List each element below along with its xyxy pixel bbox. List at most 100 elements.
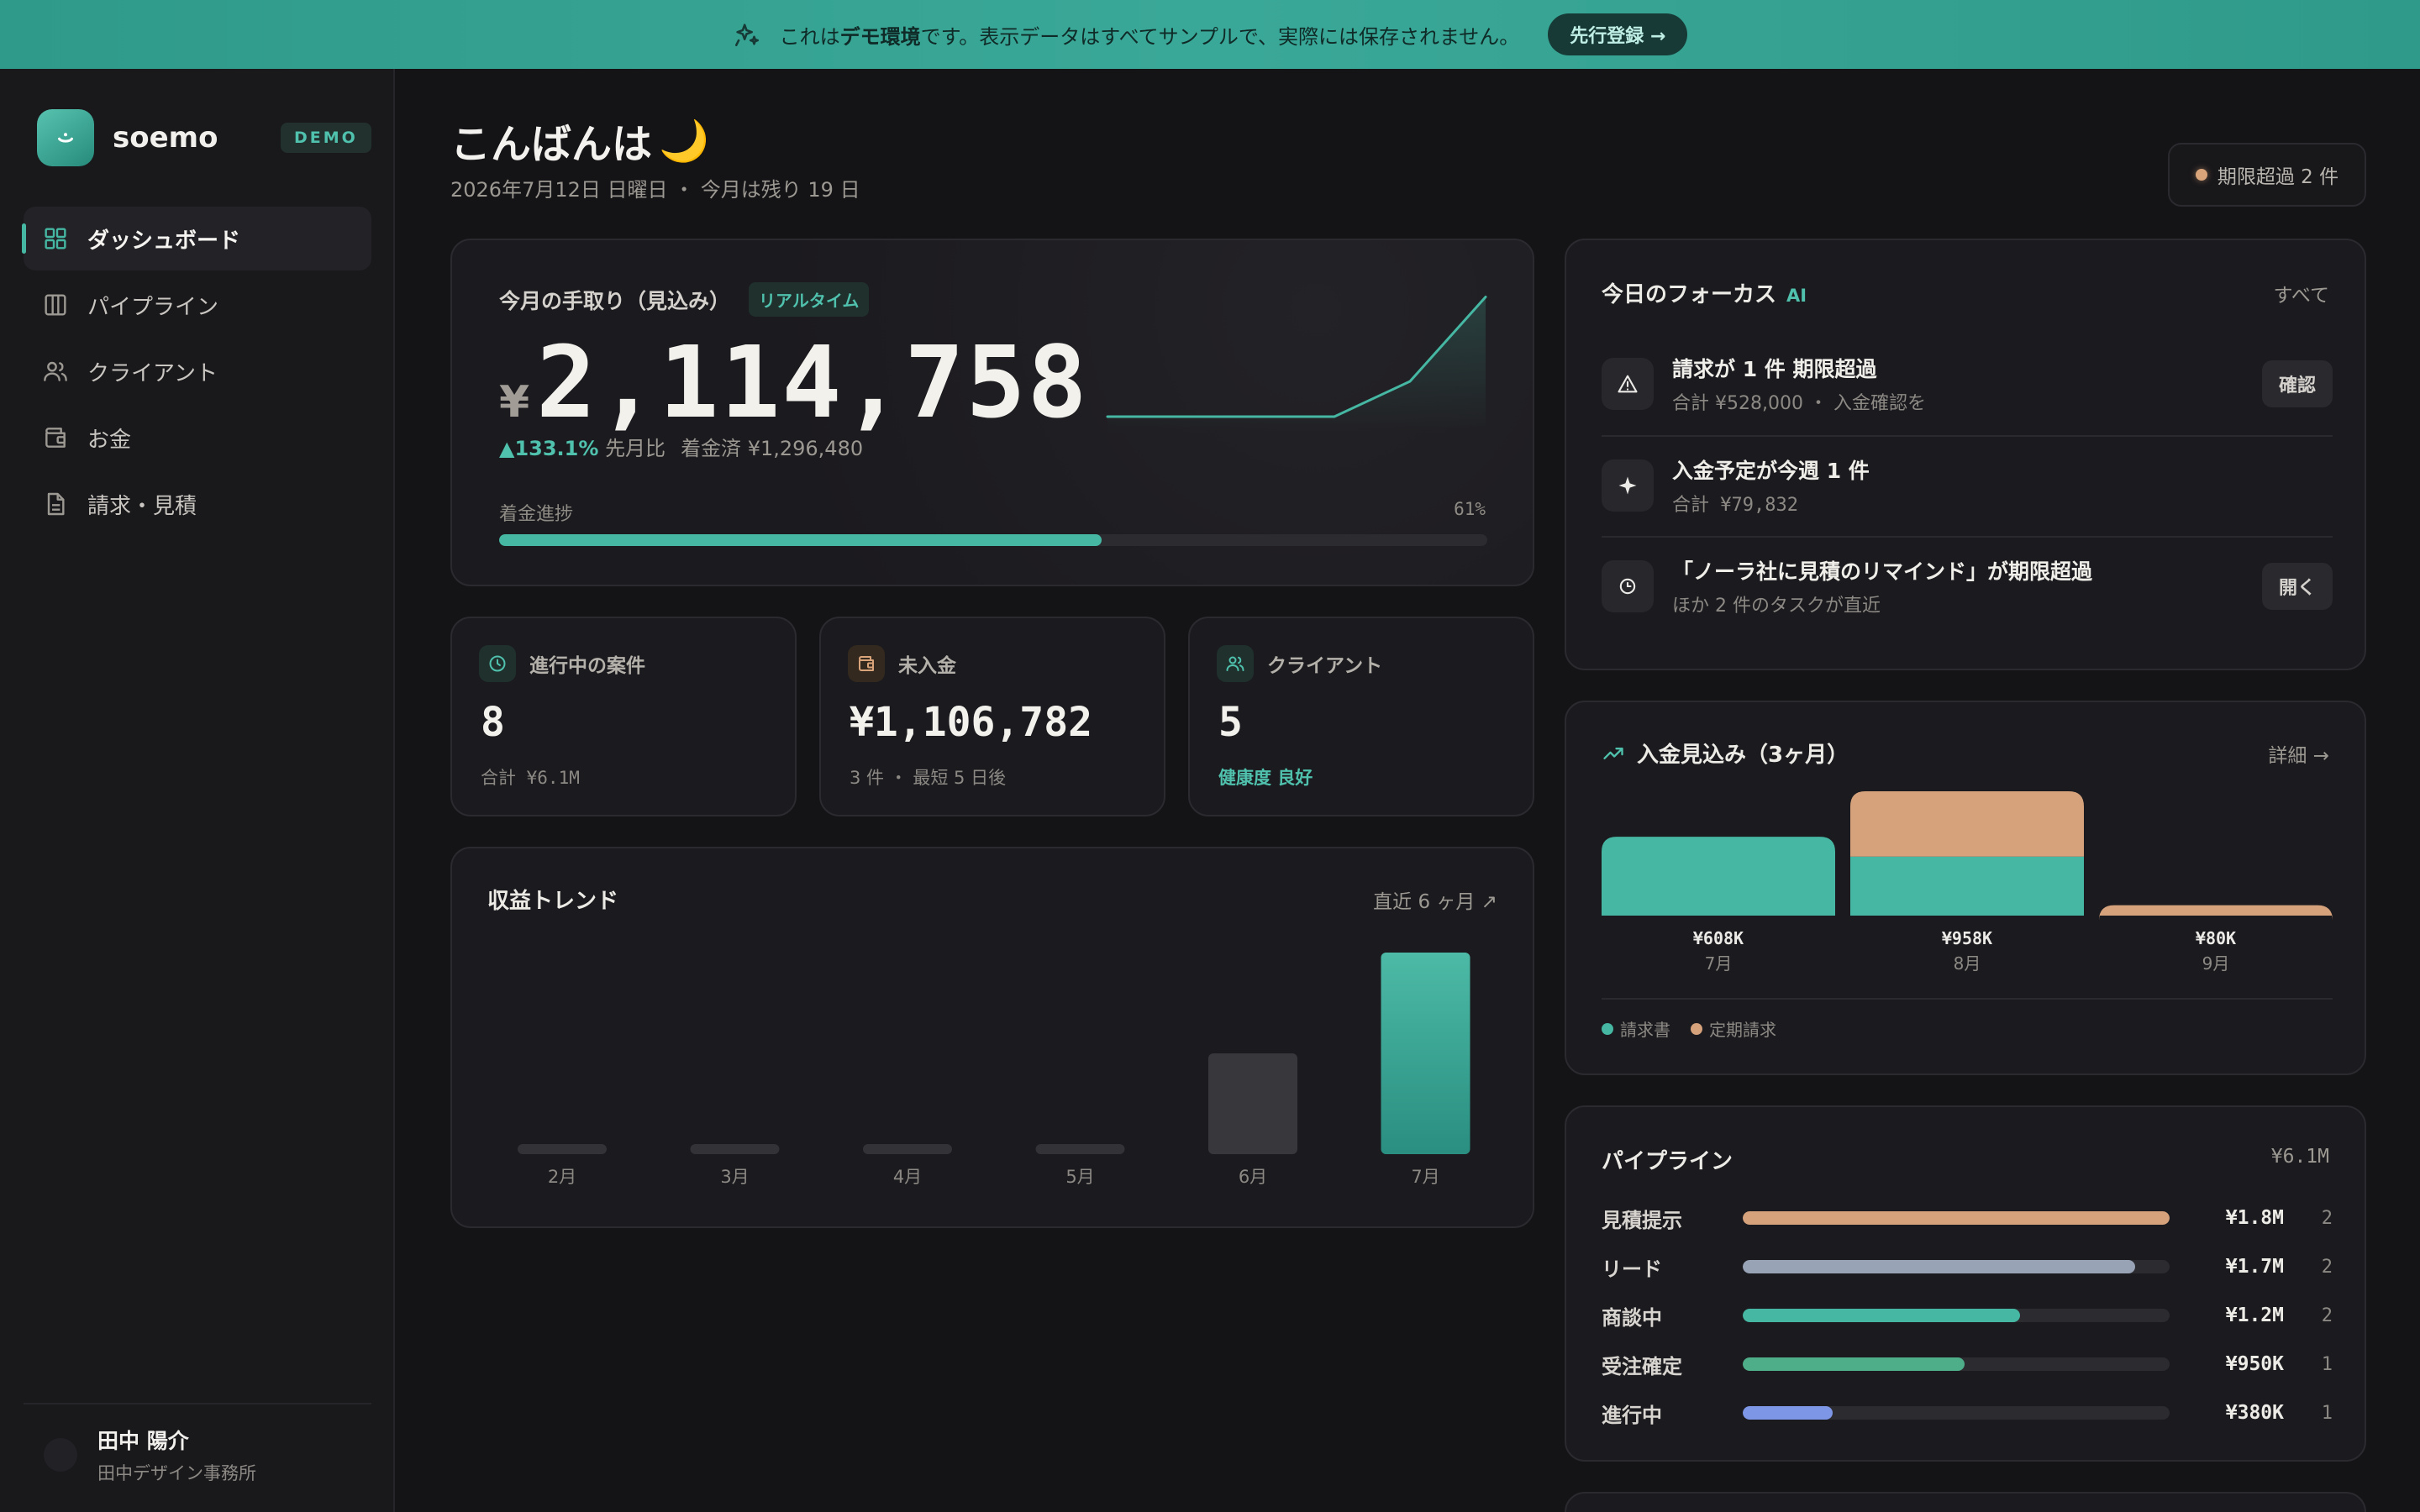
trend-month-label: 2月: [548, 1167, 576, 1187]
sidebar: soemo DEMO ダッシュボード パイプライン クライアント お金 請求・見…: [0, 69, 395, 1512]
users-icon: [1217, 645, 1254, 682]
pipeline-stage-bar: [1743, 1406, 2170, 1420]
avatar: [44, 1438, 77, 1472]
received-amount: 着金済 ¥1,296,480: [681, 437, 864, 460]
sidebar-item-clients[interactable]: クライアント: [24, 339, 371, 403]
focus-view-all-link[interactable]: すべて: [2274, 279, 2329, 307]
clock-icon: [479, 645, 516, 682]
pipeline-stage-count: 2: [2321, 1305, 2333, 1326]
forecast-value-label: ¥958K: [1942, 928, 1992, 948]
focus-item-sub: 合計 ¥79,832: [1672, 495, 1798, 516]
income-sparkline: [1106, 296, 1487, 433]
focus-item-title: 「ノーラ社に見積のリマインド」が期限超過: [1672, 559, 2093, 584]
pipeline-stage-bar: [1743, 1260, 2170, 1273]
pipeline-row[interactable]: 見積提示 ¥1.8M 2: [1602, 1201, 2333, 1235]
pipeline-stage-name: 進行中: [1602, 1403, 1662, 1427]
confirm-button[interactable]: 確認: [2261, 360, 2333, 407]
pipeline-title: パイプライン: [1602, 1149, 1733, 1174]
focus-item-title: 請求が 1 件 期限超過: [1672, 357, 1877, 381]
clock-icon: [1602, 560, 1654, 612]
sidebar-item-label: クライアント: [87, 360, 218, 386]
pipeline-stage-name: 受注確定: [1602, 1354, 1682, 1378]
stat-label: 未入金: [898, 655, 956, 677]
focus-item[interactable]: 「ノーラ社に見積のリマインド」が期限超過 ほか 2 件のタスクが直近 開く: [1602, 536, 2333, 635]
soemo-logo-icon: [37, 109, 94, 166]
progress-value: 61%: [1454, 499, 1486, 519]
pipeline-stage-count: 1: [2321, 1353, 2333, 1375]
forecast-bar-segment[interactable]: [1850, 791, 2084, 857]
pipeline-total: ¥6.1M: [2270, 1146, 2329, 1168]
pipeline-stage-bar: [1743, 1309, 2170, 1322]
change-percent: ▲133.1%: [499, 437, 599, 460]
trend-bar[interactable]: [1208, 1053, 1297, 1154]
demo-badge: DEMO: [281, 123, 371, 153]
forecast-value-label: ¥608K: [1693, 928, 1744, 948]
user-name: 田中 陽介: [97, 1429, 189, 1453]
sidebar-item-money[interactable]: お金: [24, 406, 371, 470]
pipeline-stage-bar: [1743, 1357, 2170, 1371]
document-icon: [47, 492, 65, 516]
sidebar-item-label: 請求・見積: [87, 493, 197, 519]
clients-card[interactable]: クライアント 5 健康度 良好: [1188, 617, 1534, 816]
pipeline-stage-amount: ¥1.2M: [2225, 1305, 2284, 1326]
forecast-month-label: 7月: [1705, 953, 1733, 974]
active-projects-card[interactable]: 進行中の案件 8 合計 ¥6.1M: [450, 617, 797, 816]
net-income-amount: ¥ 2,114,758: [499, 324, 1089, 440]
columns-icon: [45, 294, 66, 316]
user-profile[interactable]: 田中 陽介 田中デザイン事務所: [44, 1425, 256, 1485]
forecast-bar-segment[interactable]: [1850, 856, 2084, 916]
sidebar-item-label: ダッシュボード: [87, 228, 241, 254]
stat-value: 5: [1218, 699, 1243, 746]
trend-month-label: 4月: [893, 1167, 922, 1187]
sidebar-item-dashboard[interactable]: ダッシュボード: [22, 207, 371, 270]
pipeline-row[interactable]: リード ¥1.7M 2: [1602, 1250, 2333, 1284]
today-focus-card: 今日のフォーカス AI すべて 請求が 1 件 期限超過 合計 ¥528,000 …: [1565, 239, 2366, 670]
stat-sub: 3 件 ・ 最短 5 日後: [850, 768, 1007, 788]
revenue-trend-card: 収益トレンド 直近 6 ヶ月 ↗ 2月 3月 4月 5月 6月 7月: [450, 847, 1534, 1228]
open-button[interactable]: 開く: [2261, 563, 2333, 610]
trend-bar[interactable]: [863, 1144, 952, 1154]
realtime-badge: リアルタイム: [749, 282, 870, 317]
forecast-bar-segment[interactable]: [2099, 905, 2333, 921]
pipeline-stage-count: 1: [2321, 1402, 2333, 1424]
focus-item[interactable]: 入金予定が今週 1 件 合計 ¥79,832: [1602, 435, 2333, 534]
overdue-chip[interactable]: 期限超過 2 件: [2168, 143, 2366, 207]
preregister-button[interactable]: 先行登録 →: [1548, 13, 1688, 55]
trend-bar[interactable]: [1035, 1144, 1125, 1154]
sparkles-icon: [734, 24, 759, 47]
forecast-bar-segment[interactable]: [1602, 837, 1835, 916]
sidebar-item-pipeline[interactable]: パイプライン: [24, 273, 371, 337]
stat-value: 8: [481, 699, 505, 746]
warning-icon: [1602, 358, 1654, 410]
brand[interactable]: soemo: [37, 109, 218, 166]
revenue-trend-chart: 2月 3月 4月 5月 6月 7月: [518, 953, 1470, 1187]
stat-label: 進行中の案件: [529, 655, 645, 677]
sidebar-nav: ダッシュボード パイプライン クライアント お金 請求・見積: [22, 207, 371, 538]
pipeline-stage-count: 2: [2321, 1256, 2333, 1278]
sidebar-item-invoices[interactable]: 請求・見積: [24, 472, 371, 536]
trend-bar[interactable]: [1381, 953, 1470, 1154]
focus-item-sub: 合計 ¥528,000 ・ 入金確認を: [1672, 393, 1926, 414]
sidebar-item-label: お金: [87, 427, 132, 453]
demo-banner: これはデモ環境です。表示データはすべてサンプルで、実際には保存されません。 先行…: [0, 0, 2420, 69]
collection-progress-bar: [499, 534, 1487, 546]
moon-icon: 🌙: [659, 117, 709, 165]
progress-label: 着金進捗: [499, 504, 574, 525]
stat-value: ¥1,106,782: [850, 699, 1092, 746]
trend-month-label: 5月: [1065, 1167, 1094, 1187]
trend-month-label: 7月: [1411, 1167, 1439, 1187]
net-income-label: 今月の手取り（見込み） リアルタイム: [499, 282, 870, 317]
trend-bar[interactable]: [690, 1144, 780, 1154]
pipeline-stage-count: 2: [2321, 1207, 2333, 1229]
trend-bar[interactable]: [518, 1144, 607, 1154]
date-subtitle: 2026年7月12日 日曜日 ・ 今月は残り 19 日: [450, 178, 860, 202]
wallet-icon: [848, 645, 885, 682]
unpaid-card[interactable]: 未入金 ¥1,106,782 3 件 ・ 最短 5 日後: [819, 617, 1165, 816]
pipeline-row[interactable]: 進行中 ¥380K 1: [1602, 1396, 2333, 1430]
focus-item[interactable]: 請求が 1 件 期限超過 合計 ¥528,000 ・ 入金確認を 確認: [1602, 334, 2333, 433]
page-title: こんばんは 🌙: [450, 117, 709, 169]
pipeline-row[interactable]: 商談中 ¥1.2M 2: [1602, 1299, 2333, 1332]
sidebar-divider: [24, 1403, 371, 1404]
pipeline-row[interactable]: 受注確定 ¥950K 1: [1602, 1347, 2333, 1381]
grid-icon: [45, 228, 66, 249]
